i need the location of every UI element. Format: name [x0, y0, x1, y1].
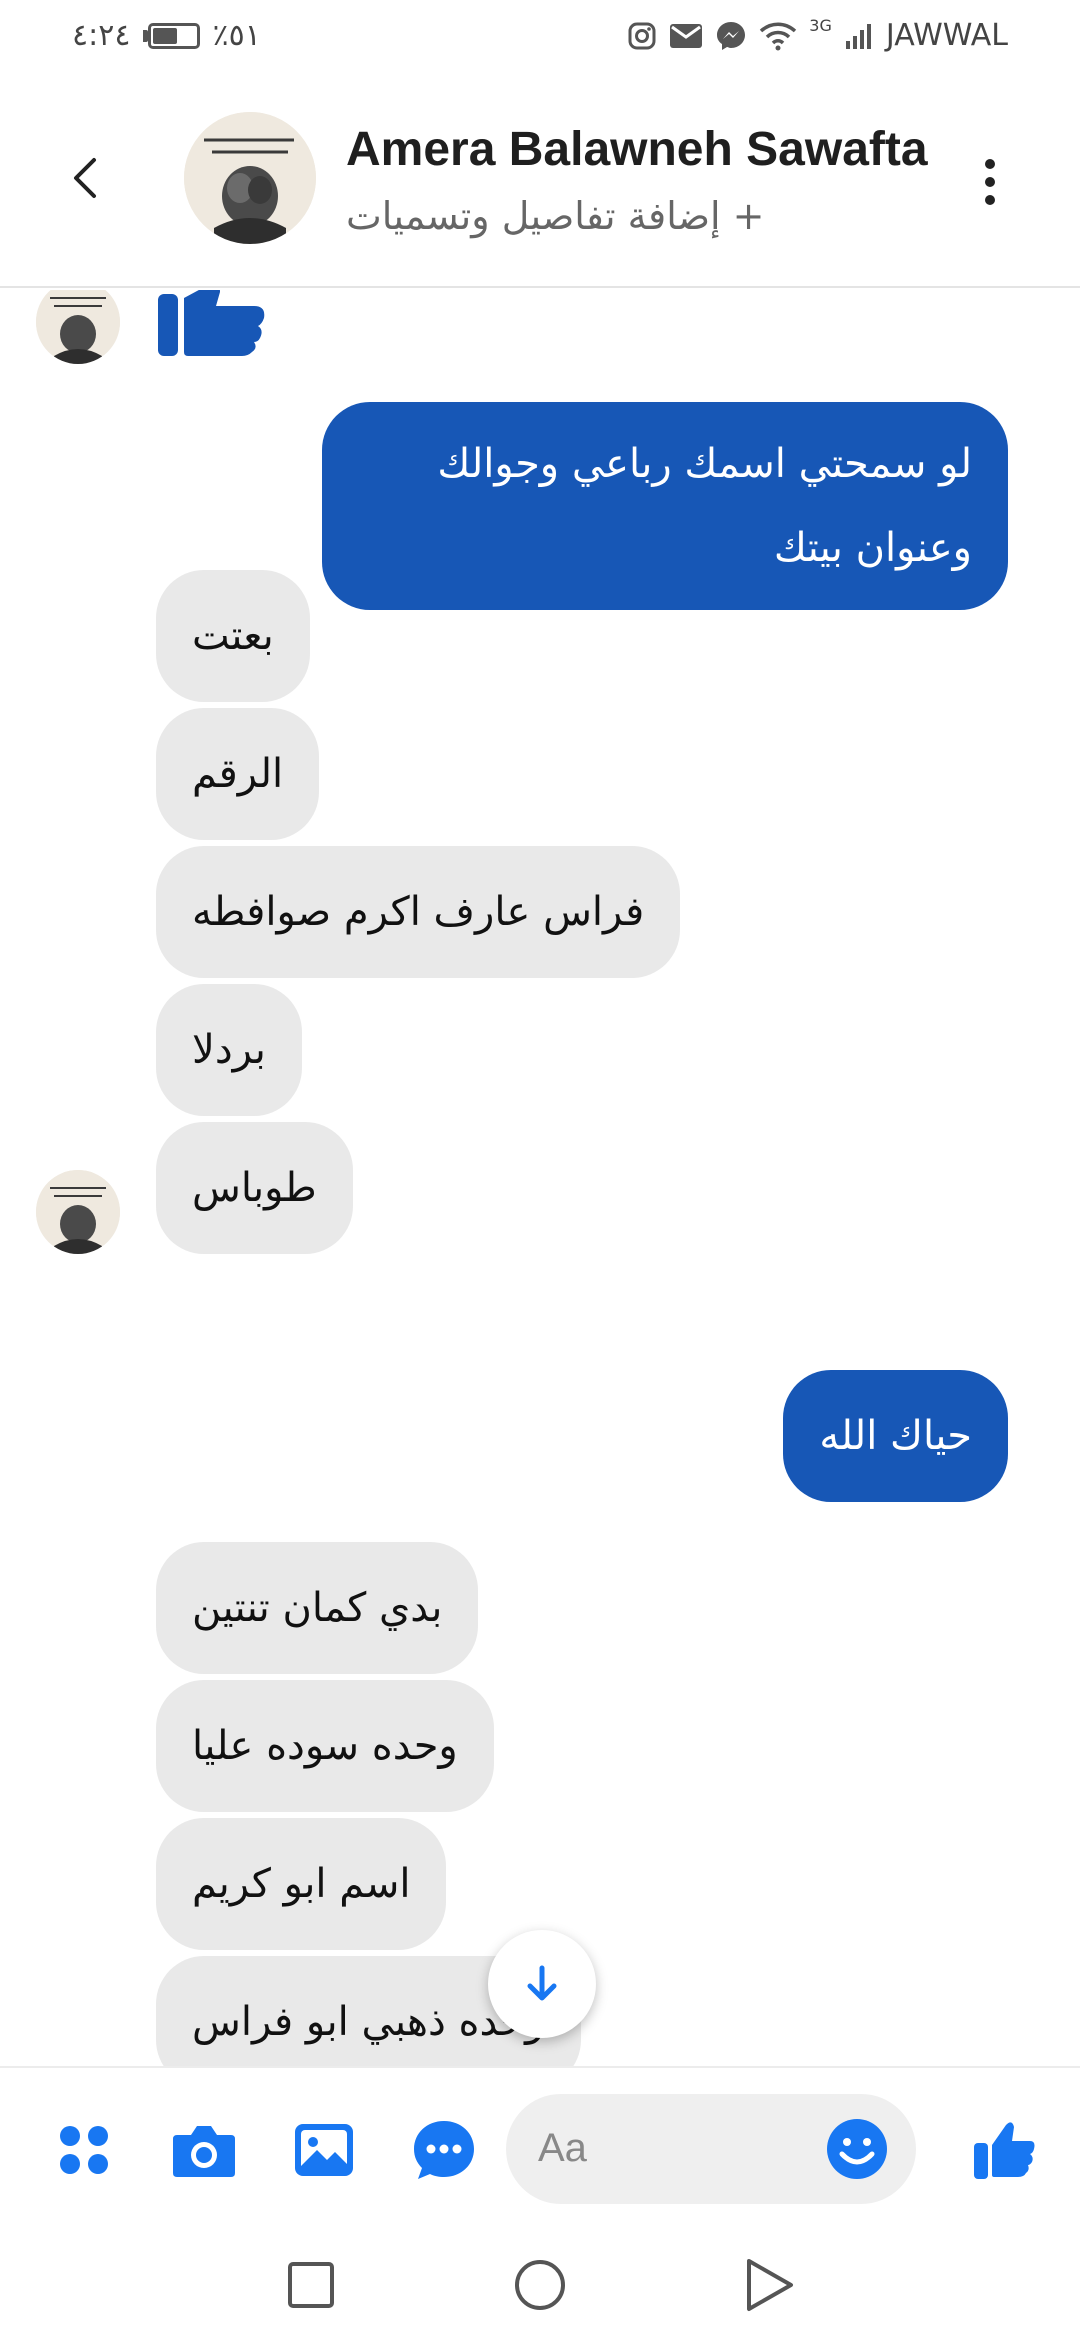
triangle-icon — [747, 2259, 793, 2311]
message-incoming[interactable]: الرقم — [156, 708, 320, 840]
message-composer — [0, 2066, 1080, 2230]
status-left: ٤:٢٤ ٪٥١ — [72, 18, 261, 53]
add-details-link[interactable]: + إضافة تفاصيل وتسميات — [346, 194, 816, 238]
sender-avatar[interactable] — [36, 1170, 120, 1254]
four-dots-icon — [60, 2126, 108, 2174]
contact-name[interactable]: Amera Balawneh Sawafta — [346, 122, 928, 177]
message-incoming[interactable]: بدي كمان تنتين — [156, 1542, 479, 1674]
voice-chat-button[interactable] — [406, 2112, 482, 2188]
avatar-image-icon — [36, 290, 120, 364]
status-time: ٤:٢٤ — [72, 18, 131, 53]
more-options-button[interactable] — [968, 152, 1012, 212]
gallery-button[interactable] — [286, 2112, 362, 2188]
back-button[interactable] — [56, 148, 116, 208]
contact-avatar[interactable] — [184, 112, 316, 244]
more-vertical-icon — [985, 159, 995, 205]
system-navigation-bar — [0, 2230, 1080, 2340]
wifi-icon — [760, 22, 797, 50]
message-incoming[interactable]: طوباس — [156, 1122, 353, 1254]
chevron-left-icon — [74, 158, 96, 198]
instagram-icon — [628, 22, 656, 49]
camera-button[interactable] — [166, 2112, 242, 2188]
recent-apps-button[interactable] — [276, 2250, 346, 2320]
message-line: وعنوان بيتك — [773, 525, 972, 571]
camera-icon — [173, 2126, 235, 2177]
arrow-down-icon — [527, 1965, 557, 2001]
status-bar: ٤:٢٤ ٪٥١ 3G JAWWAL — [0, 0, 1080, 72]
message-incoming[interactable]: اسم ابو كريم — [156, 1818, 447, 1950]
message-incoming[interactable]: وحده سوده عليا — [156, 1680, 494, 1812]
message-outgoing[interactable]: لو سمحتي اسمك رباعي وجوالك وعنوان بيتك — [322, 402, 1008, 610]
send-like-button[interactable] — [966, 2112, 1042, 2188]
conversation-header: Amera Balawneh Sawafta + إضافة تفاصيل وت… — [0, 72, 1080, 288]
scroll-to-bottom-button[interactable] — [488, 1930, 596, 2038]
network-type: 3G — [809, 16, 832, 35]
thumbs-up-icon — [974, 2122, 1035, 2179]
message-outgoing[interactable]: حياك الله — [783, 1370, 1008, 1502]
messenger-icon — [717, 21, 746, 50]
message-incoming[interactable]: فراس عارف اكرم صوافطه — [156, 846, 681, 978]
home-button[interactable] — [505, 2250, 575, 2320]
emoji-button[interactable] — [826, 2118, 888, 2180]
status-right: 3G JAWWAL — [627, 16, 1008, 53]
circle-icon — [515, 2260, 565, 2310]
messenger-screen: ٤:٢٤ ٪٥١ 3G JAWWAL Amera Balawneh Sawaft… — [0, 0, 1080, 2340]
back-nav-button[interactable] — [734, 2250, 804, 2320]
thumbs-up-reaction[interactable] — [154, 290, 266, 360]
signal-icon — [845, 23, 871, 49]
message-list[interactable]: لو سمحتي اسمك رباعي وجوالك وعنوان بيتك ب… — [0, 290, 1080, 2066]
thumbs-up-icon — [158, 290, 265, 356]
message-line: لو سمحتي اسمك رباعي وجوالك — [437, 441, 972, 487]
message-input-container — [506, 2094, 916, 2204]
avatar-image-icon — [36, 1170, 120, 1254]
message-incoming[interactable]: بردلا — [156, 984, 302, 1116]
mail-icon — [670, 23, 703, 48]
image-icon — [295, 2124, 353, 2176]
sender-avatar[interactable] — [36, 290, 120, 364]
carrier-name: JAWWAL — [885, 18, 1008, 53]
smiley-icon — [827, 2119, 887, 2179]
battery-icon — [142, 22, 201, 49]
avatar-image-icon — [184, 112, 316, 244]
chat-bubble-icon — [414, 2121, 474, 2179]
square-icon — [288, 2262, 334, 2308]
message-input[interactable] — [538, 2120, 818, 2176]
more-actions-button[interactable] — [46, 2112, 122, 2188]
message-incoming[interactable]: بعتت — [156, 570, 310, 702]
battery-percent: ٪٥١ — [212, 18, 261, 53]
